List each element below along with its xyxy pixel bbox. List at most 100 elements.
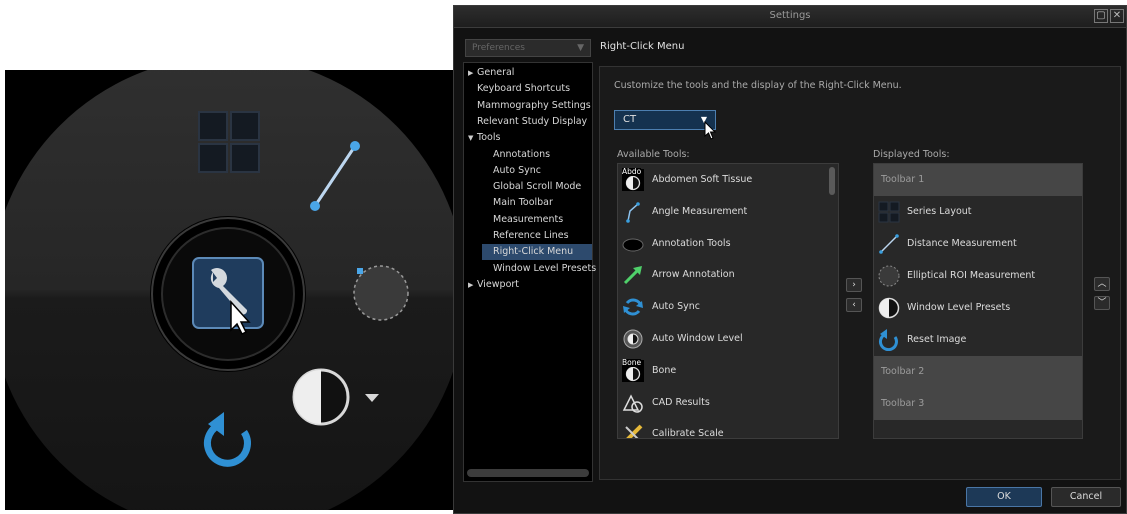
displayed-tool-item[interactable]: Distance Measurement — [874, 228, 1082, 260]
add-tool-button[interactable]: › — [846, 278, 862, 292]
available-tool-item[interactable]: Auto Sync — [618, 291, 828, 323]
nav-item-relevant-study-display[interactable]: Relevant Study Display — [464, 114, 592, 130]
displayed-tool-item[interactable]: Series Layout — [874, 196, 1082, 228]
ok-button[interactable]: OK — [966, 487, 1042, 507]
auto-window-level-icon — [622, 328, 644, 350]
panel-description: Customize the tools and the display of t… — [614, 80, 902, 91]
tool-label: Auto Window Level — [652, 333, 743, 344]
elliptical-roi-icon[interactable] — [350, 262, 412, 324]
chevron-down-icon[interactable]: ▼ — [468, 130, 477, 146]
nav-item-right-click-menu[interactable]: Right-Click Menu — [482, 244, 592, 261]
chevron-down-icon: ▼ — [577, 43, 584, 53]
nav-item-label: Tools — [477, 132, 501, 144]
nav-item-main-toolbar[interactable]: Main Toolbar — [482, 195, 592, 211]
nav-item-reference-lines[interactable]: Reference Lines — [482, 228, 592, 244]
nav-item-window-level-presets[interactable]: Window Level Presets — [482, 261, 596, 277]
available-tool-item[interactable]: Bone Bone — [618, 355, 828, 387]
nav-item-measurements[interactable]: Measurements — [482, 212, 592, 228]
displayed-tool-item[interactable]: Reset Image — [874, 324, 1082, 356]
nav-item-annotations[interactable]: Annotations — [482, 147, 592, 163]
title-bar[interactable]: Settings ▢ ✕ — [454, 6, 1126, 28]
tool-label: Annotation Tools — [652, 237, 731, 249]
tool-label: Arrow Annotation — [652, 269, 735, 281]
bone-icon: Bone — [622, 358, 644, 382]
modality-select-value: CT — [623, 114, 637, 125]
reset-icon — [878, 329, 900, 352]
arrow-icon — [622, 264, 644, 286]
tool-label: Distance Measurement — [907, 238, 1017, 249]
nav-item-tools[interactable]: ▼ Tools — [464, 130, 592, 146]
nav-item-label: General — [477, 67, 515, 78]
nav-item-label: Reference Lines — [493, 230, 569, 241]
toolbar-2-header[interactable]: Toolbar 2 — [874, 356, 1082, 388]
abdo-icon: Abdo — [622, 168, 644, 191]
nav-item-label: Annotations — [493, 148, 551, 160]
chevron-right-icon[interactable]: ▶ — [468, 277, 477, 293]
settings-wrench-button[interactable] — [191, 256, 267, 336]
toolbar-3-header[interactable]: Toolbar 3 — [874, 388, 1082, 420]
right-click-menu-panel: Customize the tools and the display of t… — [599, 66, 1121, 480]
available-tool-item[interactable]: Annotation Tools — [618, 228, 828, 260]
tool-label: Elliptical ROI Measurement — [907, 270, 1036, 281]
series-layout-icon — [878, 201, 900, 223]
tool-label: Angle Measurement — [652, 205, 748, 217]
preferences-select[interactable]: Preferences ▼ — [465, 39, 591, 57]
nav-item-label: Auto Sync — [493, 164, 541, 176]
radial-menu — [5, 70, 453, 510]
settings-dialog: Settings ▢ ✕ Preferences ▼ Right-Click M… — [453, 5, 1127, 514]
nav-item-mammography-settings[interactable]: Mammography Settings — [464, 98, 592, 114]
toolbar-3-label: Toolbar 3 — [881, 398, 925, 409]
nav-item-label: Viewport — [477, 278, 520, 290]
available-tools-list[interactable]: Abdo Abdomen Soft Tissue Angle Measurement… — [617, 163, 839, 439]
available-tool-item[interactable]: Auto Window Level — [618, 323, 828, 355]
preferences-select-value: Preferences — [472, 43, 525, 53]
nav-item-label: Right-Click Menu — [493, 246, 574, 258]
window-level-icon[interactable] — [290, 366, 390, 428]
displayed-tools-list[interactable]: Toolbar 1 Series Layout Distance Measurem… — [873, 163, 1083, 439]
nav-item-global-scroll-mode[interactable]: Global Scroll Mode — [482, 179, 592, 195]
available-tool-item[interactable]: Calibrate Scale — [618, 418, 828, 439]
move-down-button[interactable]: ﹀ — [1094, 296, 1110, 310]
displayed-tool-item[interactable]: Elliptical ROI Measurement — [874, 260, 1082, 292]
chevron-right-icon[interactable]: ▶ — [468, 65, 477, 81]
available-tool-item[interactable]: Abdo Abdomen Soft Tissue — [618, 164, 828, 196]
nav-item-label: Measurements — [493, 213, 564, 225]
displayed-tool-item[interactable]: Window Level Presets — [874, 292, 1082, 324]
calibrate-icon — [622, 423, 644, 438]
ellipse-icon — [878, 265, 900, 287]
available-tool-item[interactable]: Arrow Annotation — [618, 259, 828, 291]
vertical-scrollbar[interactable] — [829, 167, 835, 195]
tool-label: Abdomen Soft Tissue — [652, 174, 753, 185]
remove-tool-button[interactable]: ‹ — [846, 298, 862, 312]
toolbar-1-header[interactable]: Toolbar 1 — [874, 164, 1082, 196]
page-title: Right-Click Menu — [600, 41, 685, 52]
tool-label: Auto Sync — [652, 301, 700, 313]
tool-label: Calibrate Scale — [652, 428, 724, 439]
horizontal-scrollbar[interactable] — [467, 469, 589, 477]
available-tool-item[interactable]: CAD Results — [618, 387, 828, 419]
toolbar-1-label: Toolbar 1 — [881, 174, 925, 185]
nav-item-general[interactable]: ▶ General — [464, 65, 592, 81]
distance-icon — [878, 233, 900, 255]
tool-label: CAD Results — [652, 396, 710, 408]
nav-item-keyboard-shortcuts[interactable]: Keyboard Shortcuts — [464, 81, 592, 97]
angle-icon — [622, 201, 644, 223]
move-up-button[interactable]: ︿ — [1094, 277, 1110, 291]
restore-icon[interactable]: ▢ — [1094, 9, 1108, 23]
close-icon[interactable]: ✕ — [1110, 9, 1124, 23]
reset-image-icon[interactable] — [200, 410, 260, 474]
available-tools-label: Available Tools: — [617, 149, 690, 160]
chevron-down-icon — [365, 394, 379, 402]
annotation-icon — [622, 233, 644, 255]
nav-item-viewport[interactable]: ▶ Viewport — [464, 277, 592, 293]
cancel-button[interactable]: Cancel — [1051, 487, 1121, 507]
modality-select[interactable]: CT ▼ — [614, 110, 716, 130]
dialog-title: Settings — [769, 10, 811, 21]
settings-nav-tree: ▶ General Keyboard Shortcuts Mammography Se… — [463, 62, 596, 482]
available-tool-item[interactable]: Angle Measurement — [618, 196, 828, 228]
nav-item-label: Mammography Settings — [477, 99, 591, 111]
distance-measurement-icon[interactable] — [305, 134, 367, 216]
nav-item-auto-sync[interactable]: Auto Sync — [482, 163, 592, 179]
tool-label: Series Layout — [907, 206, 972, 217]
series-layout-icon[interactable] — [197, 110, 261, 174]
